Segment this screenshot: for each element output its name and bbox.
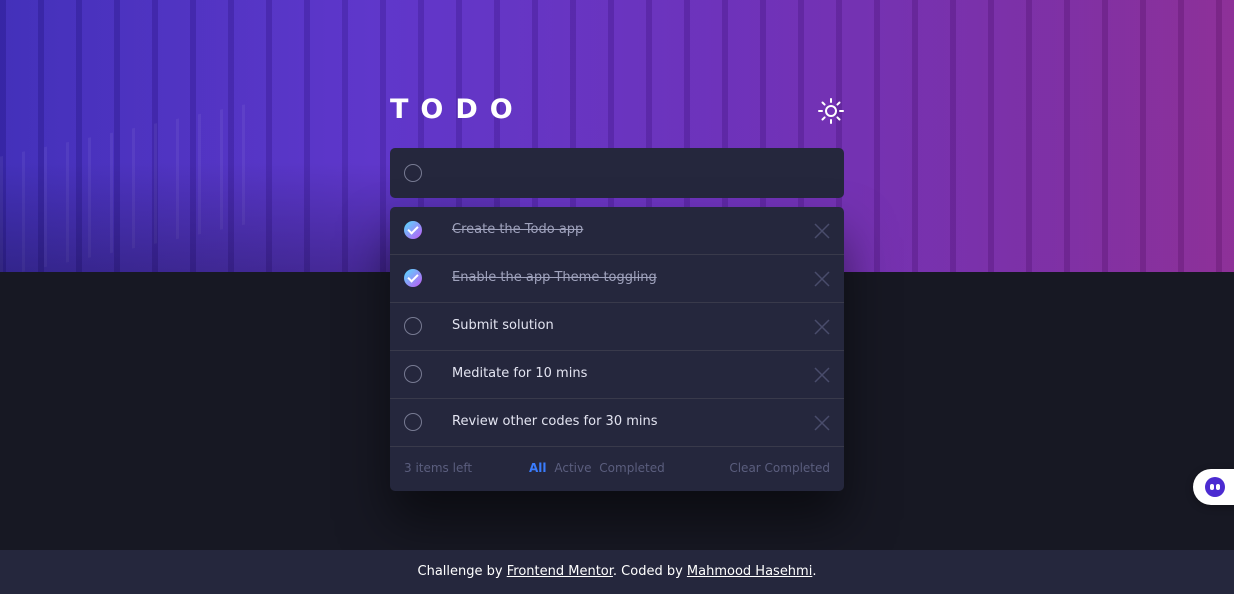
filter-all[interactable]: All bbox=[529, 461, 547, 475]
close-icon[interactable] bbox=[814, 223, 830, 239]
todo-item: Submit solution bbox=[390, 303, 844, 351]
unchecked-circle-icon[interactable] bbox=[404, 413, 422, 431]
sun-icon[interactable] bbox=[818, 98, 844, 124]
app-title: TODO bbox=[390, 94, 525, 125]
new-todo-circle-icon[interactable] bbox=[404, 164, 422, 182]
close-icon[interactable] bbox=[814, 319, 830, 335]
footer-middle: . Coded by bbox=[612, 564, 687, 579]
footer-suffix: . bbox=[812, 564, 817, 579]
todo-item-text: Enable the app Theme toggling bbox=[452, 270, 657, 285]
new-todo-input[interactable] bbox=[446, 158, 830, 190]
close-icon[interactable] bbox=[814, 415, 830, 431]
frontend-mentor-link[interactable]: Frontend Mentor bbox=[507, 564, 613, 579]
close-icon[interactable] bbox=[814, 367, 830, 383]
checkmark-icon[interactable] bbox=[404, 221, 422, 239]
new-todo-bar bbox=[390, 148, 844, 198]
list-footer: 3 items left All Active Completed Clear … bbox=[390, 447, 844, 491]
todo-item-text: Review other codes for 30 mins bbox=[452, 414, 658, 429]
chat-widget-button[interactable] bbox=[1193, 469, 1234, 505]
clear-completed-button[interactable]: Clear Completed bbox=[729, 461, 830, 475]
todo-item: Meditate for 10 mins bbox=[390, 351, 844, 399]
todo-item-text: Submit solution bbox=[452, 318, 554, 333]
filter-group: All Active Completed bbox=[529, 461, 669, 475]
author-link[interactable]: Mahmood Hasehmi bbox=[687, 564, 812, 579]
todo-item-text: Create the Todo app bbox=[452, 222, 584, 237]
items-left-count: 3 items left bbox=[404, 461, 473, 475]
unchecked-circle-icon[interactable] bbox=[404, 317, 422, 335]
todo-list: Create the Todo app Enable the app Theme… bbox=[390, 207, 844, 491]
checkmark-icon[interactable] bbox=[404, 269, 422, 287]
app-header: TODO bbox=[390, 93, 844, 129]
site-footer: Challenge by Frontend Mentor. Coded by M… bbox=[0, 550, 1234, 594]
filter-completed[interactable]: Completed bbox=[599, 461, 664, 475]
todo-item: Enable the app Theme toggling bbox=[390, 255, 844, 303]
close-icon[interactable] bbox=[814, 271, 830, 287]
todo-item-text: Meditate for 10 mins bbox=[452, 366, 588, 381]
unchecked-circle-icon[interactable] bbox=[404, 365, 422, 383]
chat-bot-icon bbox=[1205, 477, 1225, 497]
footer-prefix: Challenge by bbox=[417, 564, 507, 579]
todo-item: Create the Todo app bbox=[390, 207, 844, 255]
todo-item: Review other codes for 30 mins bbox=[390, 399, 844, 447]
filter-active[interactable]: Active bbox=[554, 461, 591, 475]
